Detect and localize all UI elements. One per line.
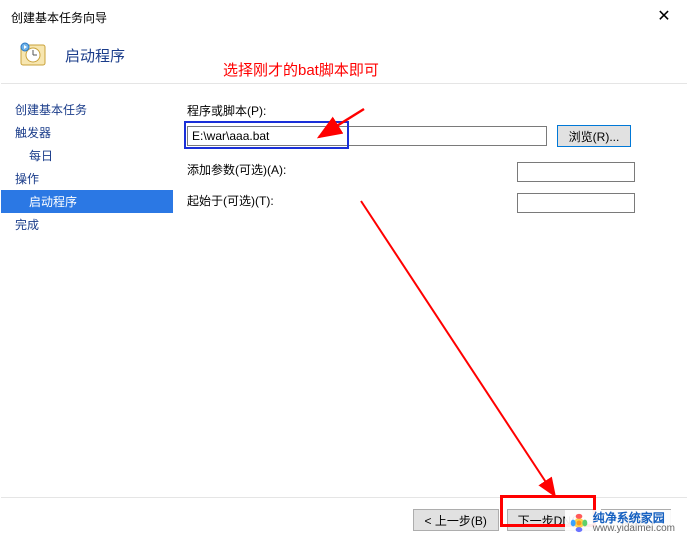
- sidebar-item-trigger[interactable]: 触发器: [1, 121, 173, 144]
- sidebar-item-action[interactable]: 操作: [1, 167, 173, 190]
- back-button[interactable]: < 上一步(B): [413, 509, 499, 531]
- args-input[interactable]: [517, 162, 635, 182]
- sidebar-item-finish[interactable]: 完成: [1, 213, 173, 236]
- task-wizard-dialog: 创建基本任务向导 ✕ 启动程序 选择刚才的bat脚本即可 创建基本任务 触发器 …: [0, 0, 688, 543]
- wizard-main-panel: 程序或脚本(P): 浏览(R)... 添加参数(可选)(A): 起始于(可选)(…: [173, 84, 687, 487]
- close-icon[interactable]: ✕: [649, 9, 679, 25]
- sidebar-item-daily[interactable]: 每日: [1, 144, 173, 167]
- wizard-body: 创建基本任务 触发器 每日 操作 启动程序 完成 程序或脚本(P): 浏览(R)…: [1, 83, 687, 487]
- wizard-steps-sidebar: 创建基本任务 触发器 每日 操作 启动程序 完成: [1, 84, 173, 487]
- script-path-input[interactable]: [187, 126, 547, 146]
- args-label: 添加参数(可选)(A):: [187, 161, 286, 178]
- startin-label: 起始于(可选)(T):: [187, 192, 274, 209]
- title-bar: 创建基本任务向导 ✕: [1, 1, 687, 31]
- annotation-text: 选择刚才的bat脚本即可: [223, 59, 379, 80]
- sidebar-item-create-task[interactable]: 创建基本任务: [1, 98, 173, 121]
- sidebar-item-launch-program[interactable]: 启动程序: [1, 190, 173, 213]
- browse-button[interactable]: 浏览(R)...: [557, 125, 631, 147]
- watermark-logo-icon: [569, 513, 589, 533]
- launch-program-icon: [19, 39, 51, 71]
- script-path-label: 程序或脚本(P):: [187, 102, 665, 119]
- watermark-url: www.yidaimei.com: [593, 524, 675, 534]
- startin-input[interactable]: [517, 193, 635, 213]
- window-title: 创建基本任务向导: [11, 9, 107, 26]
- page-title: 启动程序: [65, 45, 125, 66]
- watermark: 纯净系统家园 www.yidaimei.com: [565, 510, 679, 536]
